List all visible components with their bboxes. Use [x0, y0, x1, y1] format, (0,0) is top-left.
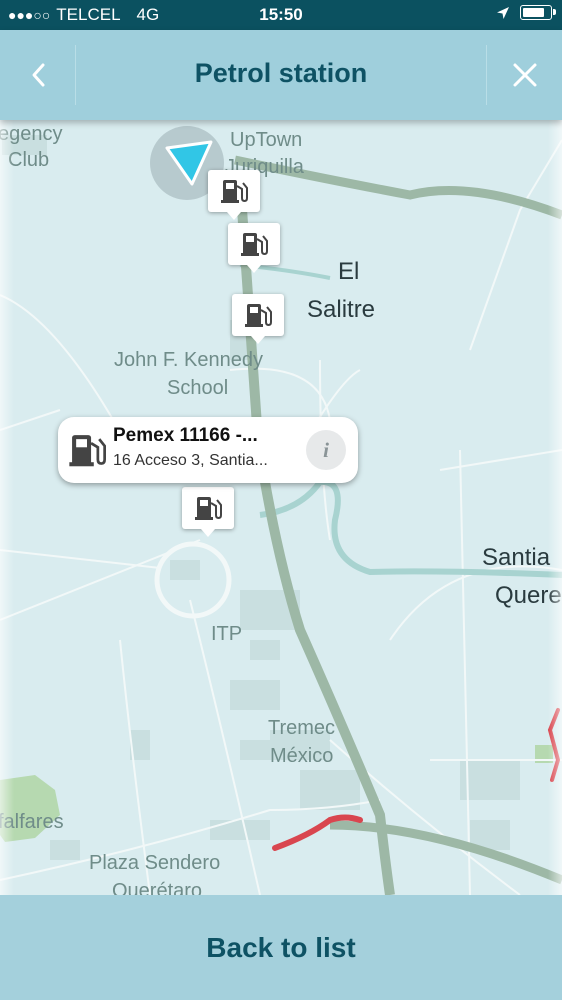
- page-title: Petrol station: [194, 58, 368, 88]
- header-bar: Petrol station: [0, 30, 562, 120]
- map-label-tremec-line2: México: [270, 745, 334, 767]
- map-label-itp: ITP: [211, 623, 243, 645]
- back-to-list-label: Back to list: [206, 931, 356, 963]
- map-label-jfk-school: John F. Kennedy: [114, 349, 263, 371]
- close-icon: [513, 63, 536, 87]
- fuel-pump-icon: [241, 233, 268, 256]
- fuel-station-pin[interactable]: [228, 223, 280, 273]
- battery-fill: [523, 8, 544, 17]
- station-callout[interactable]: Pemex 11166 -... 16 Acceso 3, Santia... …: [58, 417, 358, 483]
- map-label-el-salitre: El: [338, 258, 360, 285]
- status-time: 15:50: [259, 5, 303, 24]
- map-label-tremec: Tremec: [268, 717, 336, 739]
- fuel-pump-icon: [245, 304, 272, 327]
- station-address: 16 Acceso 3, Santia...: [113, 452, 268, 469]
- map-label-jfk-school-line2: School: [167, 377, 229, 399]
- status-bar: ●●●○○ TELCEL 4G 15:50: [0, 0, 562, 30]
- battery-icon: [520, 5, 556, 20]
- fuel-pump-icon: [195, 497, 222, 520]
- fuel-pump-icon: [221, 180, 248, 203]
- map-view[interactable]: egency Club UpTown Juriquilla El Salitre…: [0, 120, 562, 895]
- map-label-santiago: Santia: [482, 544, 551, 571]
- status-right: [496, 5, 556, 20]
- fuel-pump-icon: [69, 435, 106, 467]
- map-label-regency-club-line2: Club: [8, 149, 50, 171]
- close-button[interactable]: [487, 30, 562, 120]
- map-base: [0, 135, 562, 895]
- location-services-icon: [497, 6, 509, 19]
- map-edge-fade-right: [548, 120, 562, 895]
- back-to-list-button[interactable]: Back to list: [0, 895, 562, 1000]
- map-label-el-salitre-line2: Salitre: [307, 296, 376, 323]
- fuel-station-pin[interactable]: [232, 294, 284, 344]
- info-button[interactable]: i: [306, 430, 346, 470]
- map-label-plaza-sendero-line2: Querétaro: [112, 880, 203, 895]
- fuel-station-pin[interactable]: [208, 170, 260, 220]
- map-label-plaza-sendero: Plaza Sendero: [89, 852, 221, 874]
- station-name: Pemex 11166 -...: [113, 425, 258, 446]
- map-label-uptown: UpTown: [230, 129, 303, 151]
- map-edge-fade-left: [0, 120, 14, 895]
- fuel-station-pin-selected[interactable]: [182, 487, 234, 537]
